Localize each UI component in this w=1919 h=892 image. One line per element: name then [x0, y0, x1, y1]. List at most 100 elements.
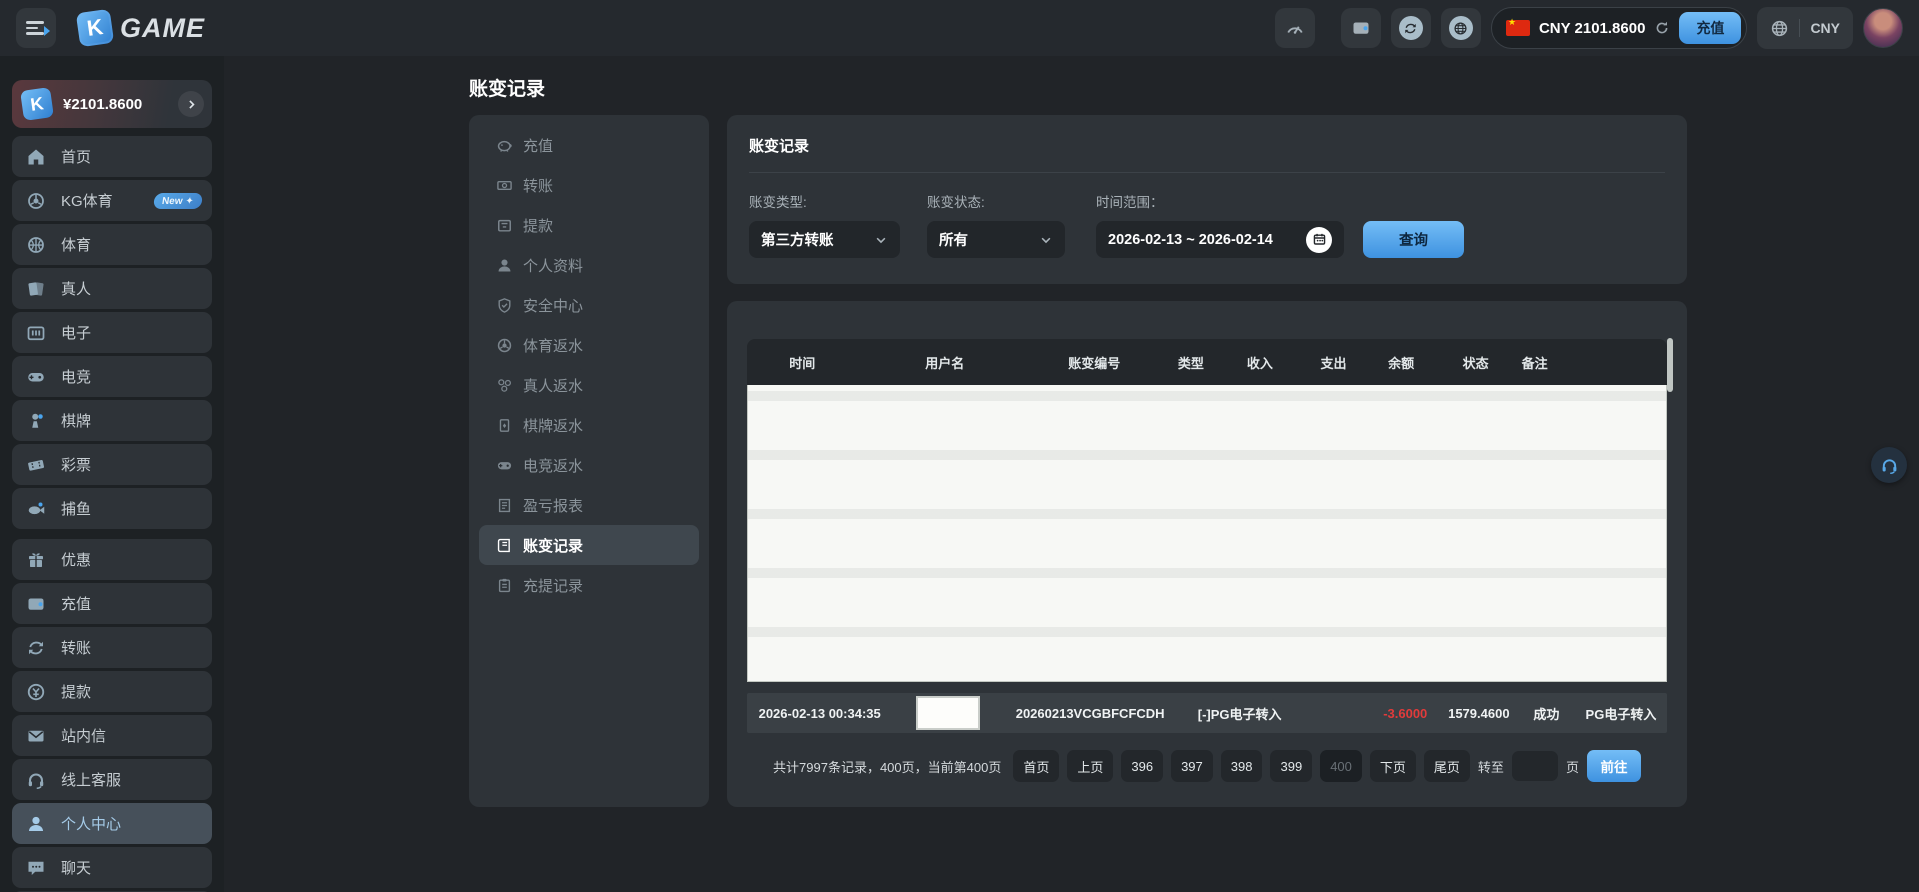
tool-button[interactable] [1341, 8, 1381, 48]
sidebar-balance-card[interactable]: K ¥2101.8600 [12, 80, 212, 128]
pagination-buttons: 首页 上页 396 397 [1013, 750, 1470, 782]
submenu-item-label: 转账 [523, 175, 553, 196]
filter-type-label: 账变类型: [749, 191, 927, 211]
table-header-cell: 备注 [1522, 353, 1548, 372]
logo-k-tile: K [20, 87, 54, 121]
sidebar-item[interactable]: 线上客服 [12, 759, 212, 800]
clipboard-icon [496, 577, 513, 594]
withdraw-icon [26, 682, 46, 702]
topbar-actions: CNY 2101.8600 充值 CNY [1275, 7, 1903, 49]
transfer-icon [26, 638, 46, 658]
sidebar: K ¥2101.8600 首页 KG体育 New ✦ 体育 [0, 56, 224, 892]
page-button[interactable]: 397 [1171, 750, 1213, 782]
table-header-cell: 时间 [747, 353, 857, 372]
row-balance: 1579.4600 [1440, 706, 1518, 721]
sidebar-item[interactable]: 优惠 [12, 539, 212, 580]
sidebar-item[interactable]: 转账 [12, 627, 212, 668]
status-select[interactable]: 所有 [927, 221, 1065, 258]
sidebar-item[interactable]: 提款 [12, 671, 212, 712]
sidebar-item[interactable]: 棋牌 [12, 400, 212, 441]
sidebar-item[interactable]: 电子 [12, 312, 212, 353]
page-button[interactable]: 399 [1270, 750, 1312, 782]
deposit-button[interactable]: 充值 [1679, 12, 1741, 44]
piggy-icon [496, 137, 513, 154]
sidebar-item-label: 个人中心 [61, 813, 121, 834]
submenu-item-label: 安全中心 [523, 295, 583, 316]
sidebar-item[interactable]: 捕鱼 [12, 488, 212, 529]
submenu-item[interactable]: 充值 [479, 125, 699, 165]
sidebar-item[interactable]: 体育 [12, 224, 212, 265]
submenu-item[interactable]: 账变记录 [479, 525, 699, 565]
page-button[interactable]: 398 [1221, 750, 1263, 782]
banknote-icon [496, 177, 513, 194]
submenu-item[interactable]: 提款 [479, 205, 699, 245]
table-body-redacted-area [747, 385, 1667, 682]
currency-label: CNY [1810, 20, 1840, 36]
page-button[interactable]: 上页 [1067, 750, 1113, 782]
submenu-item[interactable]: 真人返水 [479, 365, 699, 405]
sidebar-item[interactable]: 充值 [12, 583, 212, 624]
user-avatar[interactable] [1863, 8, 1903, 48]
globe-icon [1770, 19, 1789, 38]
refresh-balance-icon[interactable] [1654, 20, 1670, 36]
top-bar: K GAME CNY [0, 0, 1919, 56]
row-remark: PG电子转入 [1575, 704, 1667, 723]
gamepad-icon [496, 457, 513, 474]
account-submenu: 充值 转账 提款 个人资料 安全 [469, 115, 709, 807]
sidebar-item-label: 提款 [61, 681, 91, 702]
person-icon [26, 814, 46, 834]
sidebar-item[interactable]: KG体育 New ✦ [12, 180, 212, 221]
panel-title: 账变记录 [749, 135, 1665, 156]
type-select[interactable]: 第三方转账 [749, 221, 900, 258]
status-select-value: 所有 [939, 229, 968, 250]
gift-icon [26, 550, 46, 570]
daterange-picker[interactable]: 2026-02-13 ~ 2026-02-14 [1096, 221, 1344, 258]
submenu-item[interactable]: 体育返水 [479, 325, 699, 365]
sidebar-item[interactable]: 聊天 [12, 847, 212, 888]
sidebar-item[interactable]: 首页 [12, 136, 212, 177]
filter-status-label: 账变状态: [927, 191, 1096, 211]
app-logo[interactable]: K GAME [78, 11, 205, 45]
tool-button[interactable] [1275, 8, 1315, 48]
sidebar-item[interactable]: 真人 [12, 268, 212, 309]
submenu-item[interactable]: 转账 [479, 165, 699, 205]
search-button[interactable]: 查询 [1363, 221, 1464, 258]
mail-icon [26, 726, 46, 746]
filter-daterange-field: 时间范围： 2026-02-13 ~ 2026-02-14 [1096, 191, 1363, 258]
table-row: 2026-02-13 00:34:35 20260213VCGBFCFCDH [… [747, 693, 1667, 733]
balance-pill[interactable]: CNY 2101.8600 充值 [1491, 7, 1747, 49]
submenu-item[interactable]: 电竞返水 [479, 445, 699, 485]
table-scrollbar-thumb[interactable] [1667, 338, 1673, 392]
menu-toggle-button[interactable] [16, 8, 56, 48]
balance-detail-button[interactable] [178, 91, 204, 117]
submenu-item[interactable]: 棋牌返水 [479, 405, 699, 445]
tool-button[interactable] [1441, 8, 1481, 48]
tool-button[interactable] [1391, 8, 1431, 48]
submenu-item[interactable]: 个人资料 [479, 245, 699, 285]
wallet-balance: CNY 2101.8600 [1539, 20, 1645, 37]
language-currency-switch[interactable]: CNY [1757, 7, 1853, 49]
sidebar-item[interactable]: 个人中心 [12, 803, 212, 844]
sidebar-item[interactable]: 站内信 [12, 715, 212, 756]
main-content: 账变记录 充值 转账 提款 [224, 56, 1919, 892]
page-button[interactable]: 首页 [1013, 750, 1059, 782]
page-button[interactable]: 尾页 [1424, 750, 1470, 782]
sidebar-item[interactable]: 彩票 [12, 444, 212, 485]
submenu-item[interactable]: 充提记录 [479, 565, 699, 605]
submenu-item[interactable]: 安全中心 [479, 285, 699, 325]
sidebar-item[interactable]: 电竞 [12, 356, 212, 397]
daterange-value: 2026-02-13 ~ 2026-02-14 [1108, 232, 1273, 248]
page-button[interactable]: 400 [1320, 750, 1362, 782]
page-button[interactable]: 396 [1121, 750, 1163, 782]
page-button[interactable]: 下页 [1370, 750, 1416, 782]
go-button[interactable]: 前往 [1587, 750, 1641, 782]
submenu-item-label: 提款 [523, 215, 553, 236]
goto-page-input[interactable] [1512, 751, 1558, 781]
sidebar-item-label: KG体育 [61, 190, 113, 211]
table-header-cell: 类型 [1156, 353, 1225, 372]
headset-icon [1880, 456, 1899, 475]
sidebar-nav-account: 优惠 充值 转账 提款 站内信 [12, 539, 212, 892]
cashbox-icon [496, 217, 513, 234]
submenu-item[interactable]: 盈亏报表 [479, 485, 699, 525]
customer-support-button[interactable] [1871, 447, 1907, 483]
